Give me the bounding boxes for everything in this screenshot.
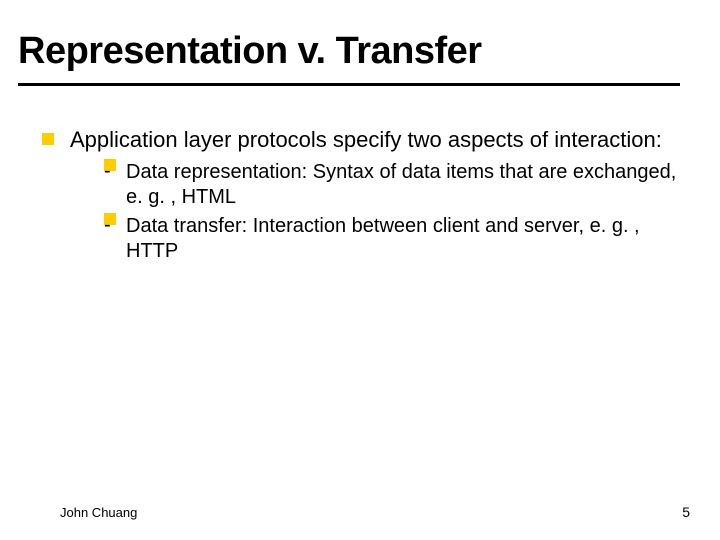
- bullet-list-level1: Application layer protocols specify two …: [40, 126, 690, 264]
- bullet-item: Application layer protocols specify two …: [40, 126, 690, 264]
- bullet-list-level2: - Data representation: Syntax of data it…: [100, 160, 690, 264]
- bullet-text: Application layer protocols specify two …: [70, 127, 662, 152]
- slide: Representation v. Transfer Application l…: [0, 0, 720, 540]
- slide-title: Representation v. Transfer: [18, 30, 680, 73]
- square-bullet-icon: [42, 133, 54, 145]
- title-underline: Representation v. Transfer: [18, 30, 680, 86]
- sub-bullet-item: - Data representation: Syntax of data it…: [100, 160, 690, 210]
- dash-bullet-icon: -: [104, 213, 116, 225]
- sub-bullet-item: - Data transfer: Interaction between cli…: [100, 214, 690, 264]
- sub-bullet-text: Data transfer: Interaction between clien…: [126, 215, 640, 262]
- dash-bullet-icon: -: [104, 159, 116, 171]
- sub-bullet-text: Data representation: Syntax of data item…: [126, 161, 676, 208]
- page-number: 5: [682, 504, 690, 520]
- slide-body: Application layer protocols specify two …: [18, 126, 690, 264]
- footer-author: John Chuang: [60, 505, 137, 520]
